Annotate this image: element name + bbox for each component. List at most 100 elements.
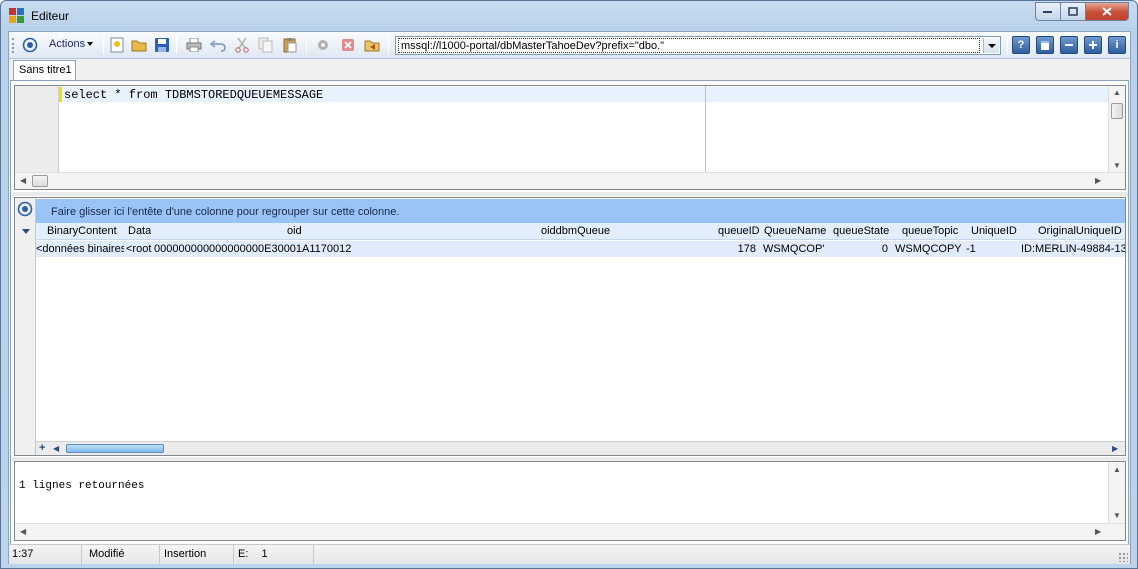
- tab-label: Sans titre1: [19, 64, 72, 76]
- cell-queuename[interactable]: WSMQCOP': [763, 243, 825, 255]
- help-icon[interactable]: ?: [1012, 36, 1030, 54]
- splitter[interactable]: [12, 192, 1128, 196]
- toolbar-grip[interactable]: [12, 38, 15, 53]
- toolbar: Actions mssql://l1000-portal/dbMasterTah…: [9, 32, 1130, 59]
- editor-margin-line: [705, 86, 706, 174]
- cut-icon[interactable]: [233, 36, 251, 54]
- open-folder-icon[interactable]: [130, 36, 148, 54]
- actions-menu[interactable]: Actions: [49, 38, 94, 50]
- scroll-up-icon[interactable]: ▲: [1113, 88, 1121, 97]
- paste-icon[interactable]: [281, 36, 299, 54]
- messages-text: 1 lignes retournées: [19, 480, 145, 492]
- grid-column-headers: BinaryContent Data oid oiddbmQueue queue…: [36, 223, 1125, 240]
- column-header-data[interactable]: Data: [128, 225, 151, 237]
- column-header-originaluniqueid[interactable]: OriginalUniqueID: [1038, 225, 1122, 237]
- table-row[interactable]: <données binaires <root 0000000000000000…: [36, 241, 1125, 257]
- grid-row-header-strip: [15, 198, 36, 455]
- column-header-queuestate[interactable]: queueState: [833, 225, 889, 237]
- connection-select[interactable]: mssql://l1000-portal/dbMasterTahoeDev?pr…: [395, 36, 1001, 55]
- window-title: Editeur: [31, 9, 70, 23]
- minus-icon[interactable]: [1060, 36, 1078, 54]
- results-grid[interactable]: Faire glisser ici l'entête d'une colonne…: [14, 197, 1126, 456]
- tab-sans-titre1[interactable]: Sans titre1: [13, 60, 76, 81]
- execute-icon[interactable]: [314, 36, 332, 54]
- column-header-oiddbmqueue[interactable]: oiddbmQueue: [541, 225, 610, 237]
- caret-marker: [59, 87, 62, 102]
- editor-vertical-scrollbar[interactable]: ▲ ▼: [1108, 86, 1125, 174]
- editor-gutter: [15, 86, 59, 174]
- row-indicator-icon[interactable]: [15, 223, 36, 240]
- plus-icon[interactable]: [1084, 36, 1102, 54]
- toolbar-separator: [306, 36, 307, 54]
- export-icon[interactable]: [363, 36, 381, 54]
- scroll-right-icon[interactable]: ▶: [1095, 527, 1101, 536]
- status-e: E: 1: [234, 545, 314, 564]
- connect-icon[interactable]: [21, 36, 39, 54]
- column-header-uniqueid[interactable]: UniqueID: [971, 225, 1017, 237]
- cell-queueid[interactable]: 178: [716, 243, 756, 255]
- info-icon[interactable]: i: [1108, 36, 1126, 54]
- cell-queuestate[interactable]: 0: [836, 243, 888, 255]
- toolbar-separator: [103, 36, 104, 54]
- column-header-queuetopic[interactable]: queueTopic: [902, 225, 958, 237]
- connection-value: mssql://l1000-portal/dbMasterTahoeDev?pr…: [398, 38, 980, 53]
- scrollbar-thumb[interactable]: [1111, 103, 1123, 119]
- close-button[interactable]: [1086, 2, 1129, 21]
- scroll-left-icon[interactable]: ◀: [53, 444, 59, 453]
- sql-text[interactable]: select * from TDBMSTOREDQUEUEMESSAGE: [64, 88, 323, 102]
- new-icon[interactable]: [108, 36, 126, 54]
- column-header-queueid[interactable]: queueID: [718, 225, 760, 237]
- undo-icon[interactable]: [209, 36, 227, 54]
- add-row-button[interactable]: +: [39, 442, 45, 454]
- cell-originaluniqueid[interactable]: ID:MERLIN-49884-13: [1021, 243, 1125, 255]
- status-cursor-position: 1:37: [9, 545, 82, 564]
- cell-oid[interactable]: 000000000000000000E30001A1170012: [154, 243, 414, 255]
- scroll-left-icon[interactable]: ◀: [20, 176, 26, 185]
- tab-panel: select * from TDBMSTOREDQUEUEMESSAGE ▲ ▼…: [10, 80, 1129, 563]
- minimize-button[interactable]: [1035, 2, 1061, 21]
- save-icon[interactable]: [153, 36, 171, 54]
- cell-binarycontent[interactable]: <données binaires: [36, 243, 124, 255]
- status-e-value: 1: [261, 548, 268, 560]
- resize-grip[interactable]: [1118, 552, 1128, 562]
- grid-options-icon[interactable]: [17, 201, 33, 220]
- sql-editor[interactable]: select * from TDBMSTOREDQUEUEMESSAGE ▲ ▼…: [14, 85, 1126, 190]
- scrollbar-thumb[interactable]: [32, 175, 48, 187]
- status-modified: Modifié: [83, 545, 160, 564]
- messages-horizontal-scrollbar[interactable]: ◀ ▶: [15, 523, 1125, 540]
- scroll-right-icon[interactable]: ▶: [1112, 444, 1118, 453]
- scrollbar-thumb[interactable]: [66, 444, 164, 453]
- scroll-left-icon[interactable]: ◀: [20, 527, 26, 536]
- scroll-right-icon[interactable]: ▶: [1095, 176, 1101, 185]
- title-bar[interactable]: Editeur: [1, 1, 1137, 31]
- cell-data[interactable]: <root: [126, 243, 154, 255]
- app-icon: [9, 8, 25, 24]
- status-e-label: E:: [238, 548, 249, 560]
- column-header-oid[interactable]: oid: [287, 225, 302, 237]
- messages-vertical-scrollbar[interactable]: ▲ ▼: [1108, 462, 1125, 524]
- grid-horizontal-scrollbar[interactable]: + ◀ ▶: [36, 441, 1125, 455]
- maximize-button[interactable]: [1061, 2, 1086, 21]
- editor-window: Editeur Actions mssql://l1000-portal/dbM…: [0, 0, 1138, 569]
- toolbar-separator: [176, 36, 177, 54]
- messages-pane[interactable]: 1 lignes retournées ▲ ▼ ◀ ▶: [14, 461, 1126, 541]
- group-by-panel[interactable]: Faire glisser ici l'entête d'une colonne…: [36, 199, 1125, 223]
- cell-queuetopic[interactable]: WSMQCOPY: [895, 243, 963, 255]
- client-area: Actions mssql://l1000-portal/dbMasterTah…: [8, 31, 1131, 564]
- actions-label: Actions: [49, 38, 86, 50]
- print-icon[interactable]: [185, 36, 203, 54]
- layout-icon[interactable]: [1036, 36, 1054, 54]
- copy-icon[interactable]: [257, 36, 275, 54]
- status-bar: 1:37 Modifié Insertion E: 1: [9, 544, 1130, 564]
- chevron-down-icon[interactable]: [983, 38, 999, 53]
- column-header-binarycontent[interactable]: BinaryContent: [47, 225, 117, 237]
- cell-uniqueid[interactable]: -1: [966, 243, 1016, 255]
- status-mode: Insertion: [160, 545, 234, 564]
- toolbar-separator: [388, 36, 389, 54]
- scroll-down-icon[interactable]: ▼: [1113, 161, 1121, 170]
- editor-horizontal-scrollbar[interactable]: ◀ ▶: [15, 172, 1125, 189]
- column-header-queuename[interactable]: QueueName: [764, 225, 826, 237]
- scroll-up-icon[interactable]: ▲: [1113, 465, 1121, 474]
- scroll-down-icon[interactable]: ▼: [1113, 511, 1121, 520]
- cancel-icon[interactable]: [339, 36, 357, 54]
